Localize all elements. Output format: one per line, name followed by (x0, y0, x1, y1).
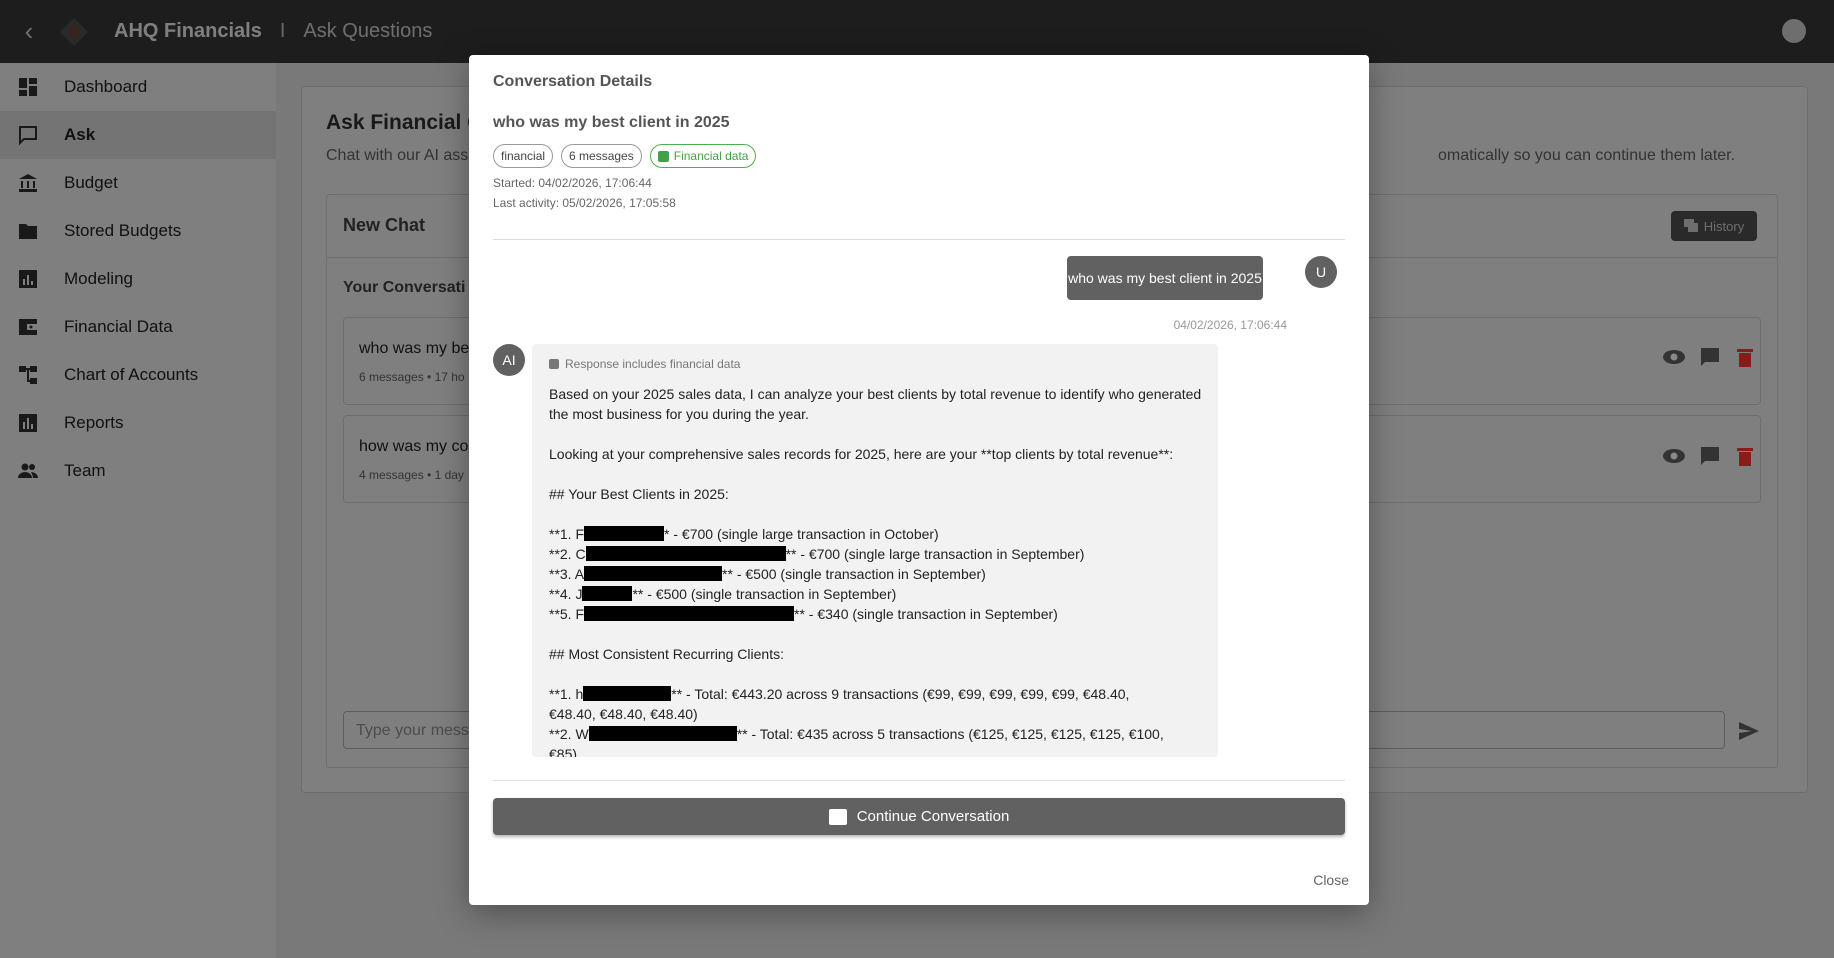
list-item-prefix: **2. W (549, 726, 589, 742)
chat-icon (828, 808, 847, 825)
ai-paragraph: Looking at your comprehensive sales reco… (549, 446, 1174, 462)
redaction (588, 726, 737, 741)
list-item: **5. F ** - €340 (single transaction in S… (549, 604, 1209, 624)
redaction (583, 686, 672, 701)
list-item-text: ** - Total: €443.20 across 9 transaction… (671, 686, 1130, 702)
list-item-prefix: **3. A (549, 566, 585, 582)
list-item-text: ** - Total: €435 across 5 transactions (… (736, 726, 1164, 742)
list-item: **2. W ** - Total: €435 across 5 transact… (549, 724, 1209, 744)
list-item-prefix: **1. F (549, 526, 585, 542)
ai-heading: ## Most Consistent Recurring Clients: (549, 646, 784, 662)
redaction (585, 546, 786, 561)
conversation-question: who was my best client in 2025 (493, 114, 730, 131)
financial-data-chip-label: Financial data (673, 149, 749, 163)
list-item: **1. F * - €700 (single large transaction… (549, 524, 1209, 544)
list-item: **4. J ** - €500 (single transaction in S… (549, 584, 1209, 604)
list-item-continuation: €48.40, €48.40, €48.40) (549, 706, 698, 722)
list-item-text: ** - €500 (single transaction in Septemb… (632, 586, 897, 602)
best-clients-list: **1. F * - €700 (single large transaction… (549, 524, 1209, 624)
message-count-chip: 6 messages (561, 144, 642, 168)
recurring-clients-list: **1. h ** - Total: €443.20 across 9 trans… (549, 684, 1209, 757)
redaction (582, 586, 633, 601)
ai-avatar: AI (493, 344, 525, 376)
continue-conversation-label: Continue Conversation (856, 808, 1010, 825)
ai-heading: ## Your Best Clients in 2025: (549, 486, 729, 502)
user-message-bubble: who was my best client in 2025 (1067, 256, 1263, 300)
tag-chip: financial (493, 144, 554, 168)
bar-chart-icon (657, 150, 669, 162)
last-activity-timestamp: Last activity: 05/02/2026, 17:05:58 (493, 196, 676, 210)
close-button[interactable]: Close (1313, 872, 1349, 888)
ai-paragraph: Based on your 2025 sales data, I can ana… (549, 386, 1202, 422)
financial-data-chip: Financial data (649, 144, 757, 168)
user-message-time: 04/02/2026, 17:06:44 (1173, 318, 1287, 332)
list-item-prefix: **1. h (549, 686, 584, 702)
list-item: **2. C ** - €700 (single large transactio… (549, 544, 1209, 564)
conversation-chips: financial 6 messages Financial data (493, 144, 757, 168)
continue-conversation-button[interactable]: Continue Conversation (493, 798, 1345, 835)
list-item-prefix: **5. F (549, 606, 585, 622)
list-item-text: ** - €500 (single transaction in Septemb… (722, 566, 986, 582)
redaction (584, 566, 723, 581)
bar-chart-icon (549, 359, 559, 369)
divider (493, 239, 1345, 240)
list-item-prefix: **2. C (549, 546, 586, 562)
list-item-prefix: **4. J (549, 586, 583, 602)
list-item-text: ** - €340 (single transaction in Septemb… (794, 606, 1058, 622)
ai-response-header: Response includes financial data (549, 357, 740, 371)
redaction (584, 526, 665, 541)
list-item-text: * - €700 (single large transaction in Oc… (664, 526, 939, 542)
list-item: **1. h ** - Total: €443.20 across 9 trans… (549, 684, 1209, 704)
ai-message-text: Based on your 2025 sales data, I can ana… (549, 384, 1209, 757)
ai-message-bubble[interactable]: Response includes financial data Based o… (532, 344, 1218, 757)
list-item-text: ** - €700 (single large transaction in S… (785, 546, 1085, 562)
user-avatar: U (1305, 256, 1337, 288)
conversation-details-dialog: Conversation Details who was my best cli… (469, 55, 1369, 905)
list-item-continuation: €85) (549, 746, 578, 757)
ai-response-header-label: Response includes financial data (565, 357, 741, 371)
list-item: **3. A ** - €500 (single transaction in S… (549, 564, 1209, 584)
dialog-title: Conversation Details (493, 73, 653, 90)
started-timestamp: Started: 04/02/2026, 17:06:44 (493, 176, 652, 190)
divider (493, 780, 1345, 781)
redaction (584, 606, 795, 621)
